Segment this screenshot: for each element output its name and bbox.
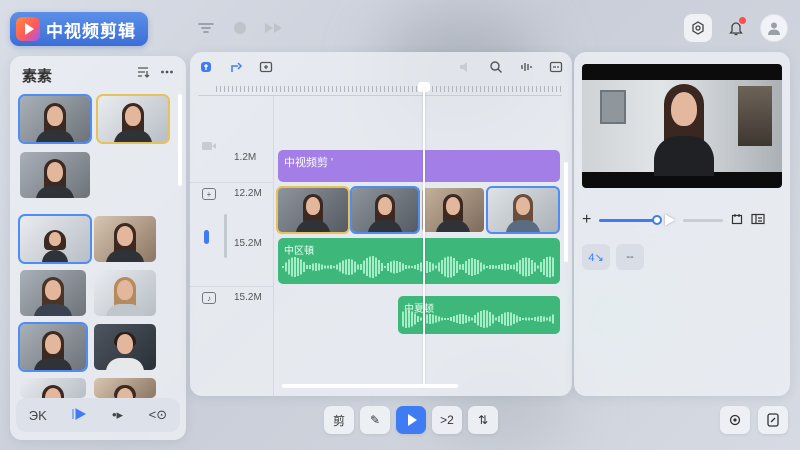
timeline-ruler[interactable] [198, 82, 562, 96]
notification-bell-icon[interactable] [722, 14, 750, 42]
pen-button[interactable]: ✎ [360, 406, 390, 434]
audio-wave-icon[interactable] [518, 59, 534, 75]
settings-icon[interactable] [684, 14, 712, 42]
media-thumbnail[interactable] [18, 94, 92, 144]
top-tools [196, 20, 284, 36]
preview-progress-slider[interactable] [599, 214, 663, 225]
audio-clip-label: 中区頓 [284, 246, 314, 257]
preview-controls: + [582, 211, 782, 229]
volume-icon[interactable] [458, 59, 474, 75]
track-size-label: 1.2M [234, 152, 257, 163]
preview-panel: + 4↘ -- [574, 52, 790, 396]
link-icon[interactable] [228, 59, 244, 75]
media-thumbnail[interactable] [18, 322, 88, 372]
timeline-vertical-scrollbar[interactable] [564, 162, 568, 262]
settings-gear-icon[interactable] [720, 406, 750, 434]
top-right-tools [684, 14, 788, 42]
next-icon[interactable]: •▸ [112, 407, 123, 423]
track-headers: 1.2M + 12.2M 15.2M ♪ 15.2M [190, 96, 274, 396]
video-clip[interactable] [276, 186, 350, 234]
view-icon[interactable]: <⊙ [149, 407, 167, 423]
media-bottom-toolbar: ЭK •▸ <⊙ [16, 398, 180, 432]
top-bar: 中视频剪辑 [0, 0, 800, 56]
record-icon[interactable] [230, 20, 250, 36]
subtitle-icon[interactable] [548, 59, 564, 75]
track-size-label: 15.2M [234, 292, 262, 303]
media-thumbnail[interactable] [20, 270, 86, 316]
add-icon[interactable]: + [582, 211, 591, 229]
waveform [282, 256, 556, 278]
speed-button[interactable]: >2 [432, 406, 462, 434]
track-select-handle[interactable] [204, 230, 209, 244]
track-size-label: 15.2M [234, 238, 262, 249]
waveform [402, 310, 556, 328]
cut-icon[interactable]: ЭK [29, 408, 47, 423]
media-panel: 素素 ЭK •▸ <⊙ [10, 56, 186, 440]
media-panel-title: 素素 [22, 68, 53, 85]
playback-controls: 剪 ✎ >2 ⇅ [324, 406, 498, 434]
audio-clip[interactable]: 中区頓 [278, 238, 560, 284]
crop-icon[interactable] [731, 213, 743, 228]
play-icon [407, 414, 417, 426]
preview-chips: 4↘ -- [582, 244, 644, 270]
media-thumbnail[interactable] [94, 324, 156, 370]
magnet-icon[interactable] [198, 59, 214, 75]
filter-icon[interactable] [196, 20, 216, 36]
preview-volume-track[interactable] [683, 218, 724, 222]
media-thumbnail[interactable] [18, 214, 92, 264]
option-chip[interactable]: -- [616, 244, 644, 270]
media-scrollbar[interactable] [178, 94, 182, 186]
cut-button[interactable]: 剪 [324, 406, 354, 434]
media-thumbnail[interactable] [96, 94, 170, 144]
app-brand[interactable]: 中视频剪辑 [10, 12, 148, 46]
video-clip[interactable] [486, 186, 560, 234]
play-marker-icon[interactable] [72, 407, 87, 423]
timeline-horizontal-scrollbar[interactable] [282, 384, 458, 388]
video-clip[interactable] [350, 186, 420, 234]
title-clip[interactable]: 中视频剪 ʹ [278, 150, 560, 182]
add-track-icon[interactable]: + [202, 188, 216, 200]
media-thumbnail[interactable] [94, 378, 156, 398]
ratio-chip[interactable]: 4↘ [582, 244, 610, 270]
audio-track-icon: ♪ [202, 292, 216, 304]
app-title: 中视频剪辑 [46, 21, 136, 41]
bottom-right-tools [720, 406, 788, 434]
track-size-label: 12.2M [234, 188, 262, 199]
fast-forward-icon[interactable] [264, 20, 284, 36]
video-track [276, 186, 560, 234]
layout-icon[interactable] [751, 213, 765, 228]
export-frame-icon[interactable] [258, 59, 274, 75]
user-avatar[interactable] [760, 14, 788, 42]
media-thumbnail[interactable] [20, 152, 90, 198]
sort-icon[interactable] [136, 65, 150, 82]
playhead[interactable] [423, 88, 425, 388]
app-logo-icon [16, 17, 40, 41]
notification-badge [739, 17, 746, 24]
play-button[interactable] [396, 406, 426, 434]
search-icon[interactable] [488, 59, 504, 75]
media-thumbnail[interactable] [94, 270, 156, 316]
timeline-toolbar [190, 52, 572, 82]
timeline-panel: 1.2M + 12.2M 15.2M ♪ 15.2M 中视频剪 ʹ 中区頓 中夏… [190, 52, 572, 396]
preview-play-icon[interactable] [665, 214, 676, 226]
media-thumbnail[interactable] [20, 378, 86, 398]
video-clip[interactable] [422, 188, 484, 232]
video-track-icon [202, 140, 216, 152]
media-thumbnail[interactable] [94, 216, 156, 262]
split-button[interactable]: ⇅ [468, 406, 498, 434]
more-icon[interactable] [160, 65, 174, 82]
track-volume-slider[interactable] [224, 214, 227, 258]
video-preview[interactable] [582, 64, 782, 188]
export-icon[interactable] [758, 406, 788, 434]
media-panel-tools [136, 65, 174, 82]
